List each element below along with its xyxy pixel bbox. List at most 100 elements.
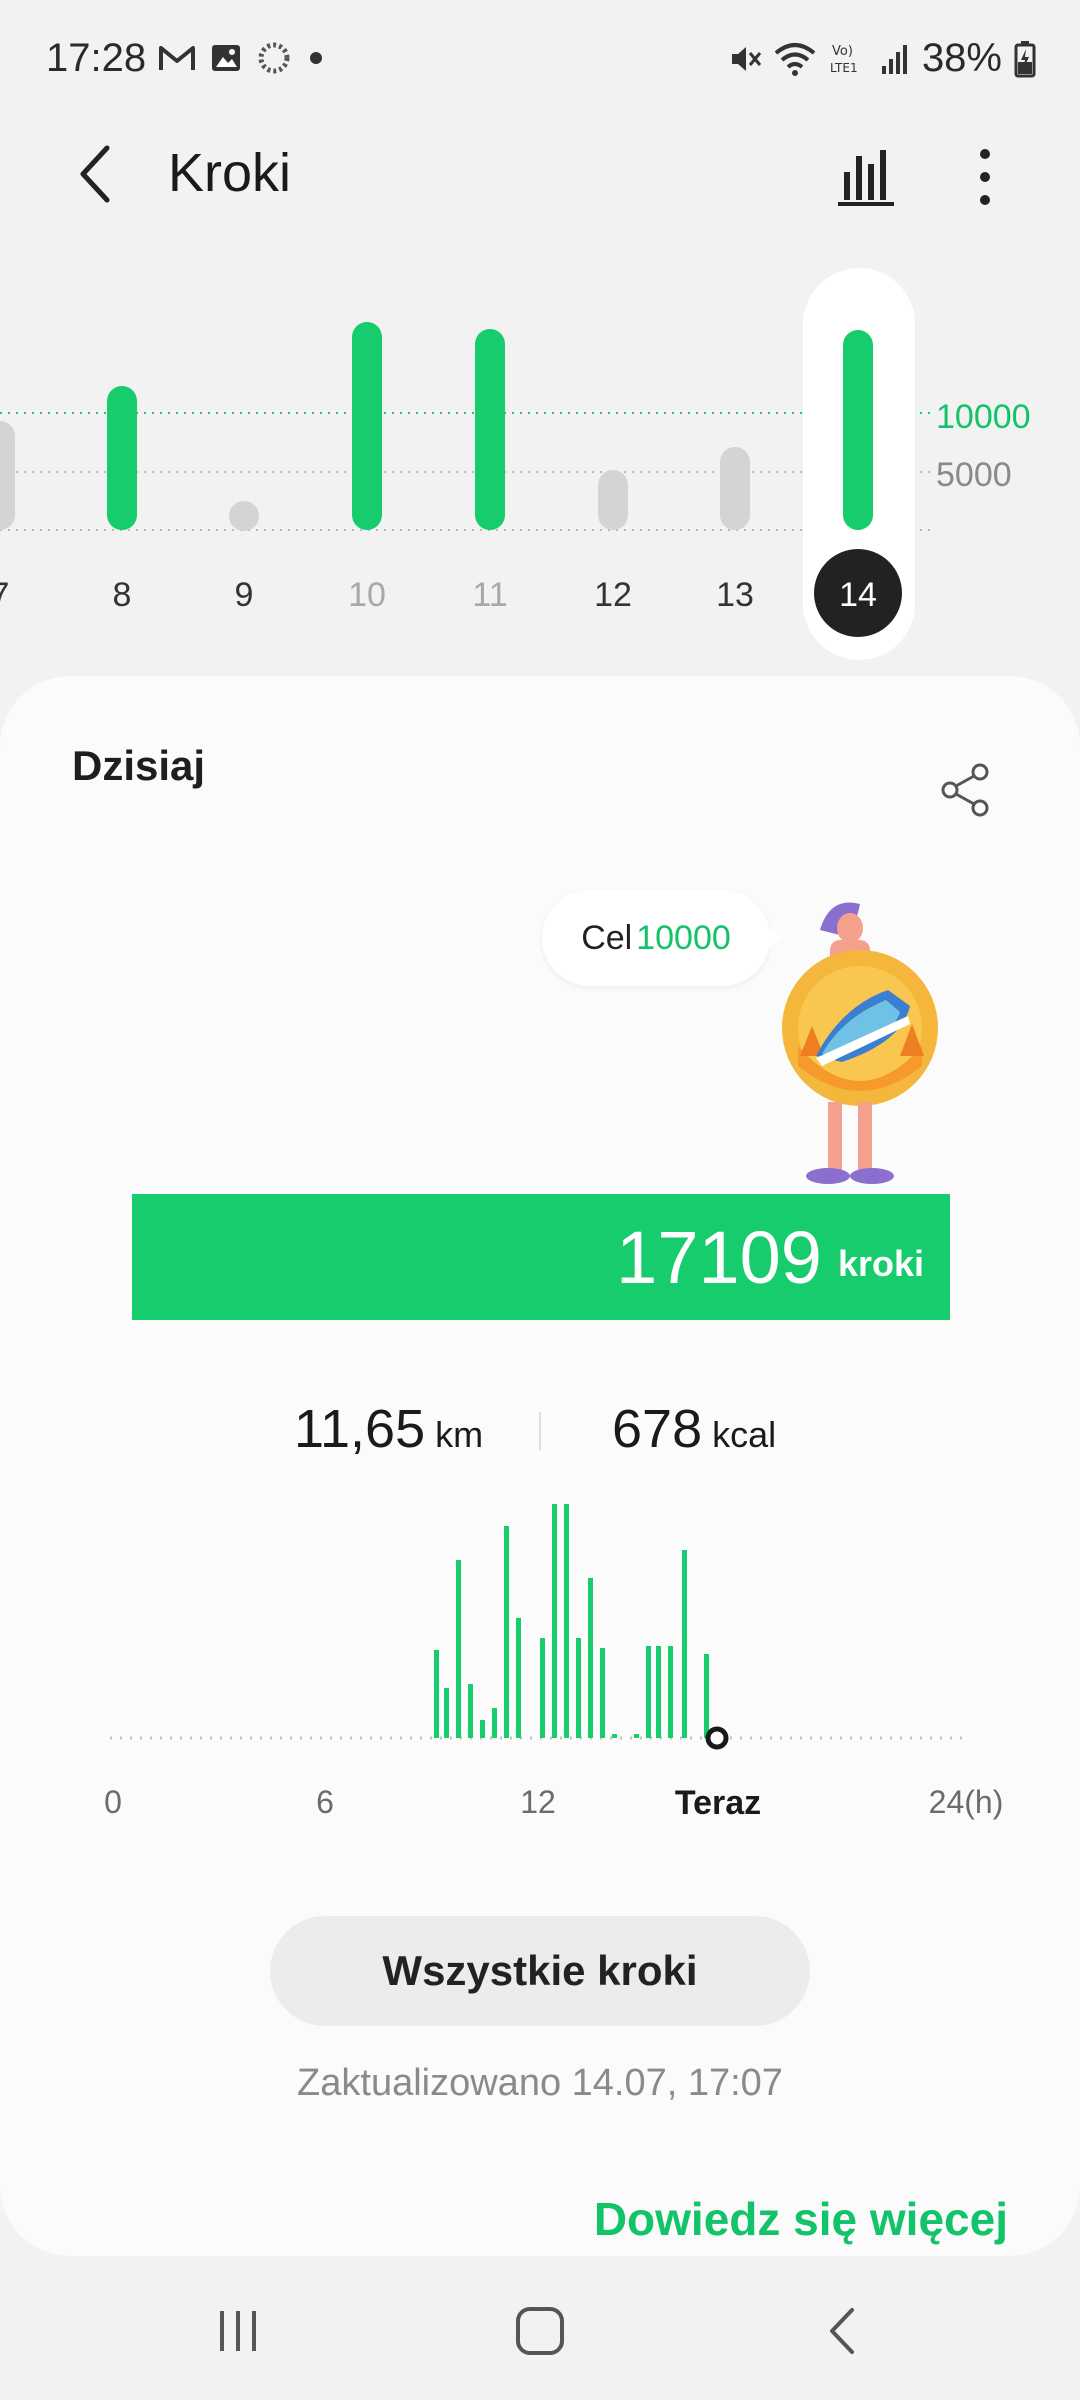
day-label-9: 9 (234, 576, 254, 614)
hourly-bar (588, 1578, 593, 1738)
distance-value: 11,65 (294, 1399, 426, 1459)
hourly-bar (682, 1550, 687, 1738)
hourly-bar (576, 1638, 581, 1738)
more-options-button[interactable] (960, 142, 1010, 212)
bar-chart-icon (838, 150, 894, 206)
learn-more-link[interactable]: Dowiedz się więcej (594, 2192, 1008, 2246)
hourly-bar (480, 1720, 485, 1738)
day-bar-8[interactable] (107, 386, 137, 530)
day-label-12: 12 (594, 576, 632, 614)
steps-count: 17109 (616, 1215, 822, 1299)
home-icon (516, 2307, 564, 2355)
app-bar: Kroki (0, 120, 1080, 230)
hourly-bar (504, 1526, 509, 1738)
more-vertical-icon (980, 149, 990, 205)
day-bar-12[interactable] (598, 470, 628, 530)
hourly-bar (612, 1734, 617, 1738)
card-title: Dzisiaj (72, 742, 206, 789)
day-bar-14[interactable] (843, 330, 873, 530)
back-arrow-icon (80, 145, 110, 203)
goal-prefix: Cel (581, 918, 633, 957)
now-marker (705, 1726, 729, 1750)
navigation-bar (0, 2256, 1080, 2400)
battery-icon (1014, 40, 1036, 77)
today-card: Dzisiaj Cel 10000 17109 kroki 11,65 km 6… (0, 676, 1080, 2256)
page-title: Kroki (168, 143, 292, 203)
day-bar-11[interactable] (475, 329, 505, 530)
svg-text:Vo): Vo) (832, 44, 853, 59)
day-bar-10[interactable] (352, 322, 382, 530)
calories-unit: kcal (712, 1414, 777, 1455)
hourly-bar (600, 1648, 605, 1738)
back-nav-button[interactable] (802, 2296, 882, 2366)
steps-progress-bar: 17109 kroki (132, 1194, 950, 1320)
volte-icon: Vo) LTE1 (830, 44, 858, 75)
goal-bubble: Cel 10000 (542, 890, 770, 986)
sync-icon (258, 42, 290, 74)
all-steps-button[interactable]: Wszystkie kroki (270, 1916, 810, 2026)
goal-value: 10000 (636, 918, 731, 957)
hourly-bar (456, 1560, 461, 1738)
recent-apps-icon (220, 2311, 256, 2351)
gallery-icon (212, 45, 240, 71)
trends-button[interactable] (832, 142, 902, 212)
day-bar-7[interactable] (0, 421, 15, 530)
wifi-icon (774, 42, 816, 76)
day-label-10: 10 (348, 576, 386, 614)
distance-stat: 11,65 km (294, 1398, 483, 1460)
hourly-bar (564, 1504, 569, 1738)
calories-stat: 678 kcal (612, 1398, 776, 1460)
day-bar-9[interactable] (229, 501, 259, 531)
hourly-bar (434, 1650, 439, 1738)
hourly-steps-chart[interactable]: 0 6 12 Teraz 24(h) (0, 1496, 1080, 1826)
share-icon (941, 763, 989, 817)
day-label-13: 13 (716, 576, 754, 614)
day-label-7: 7 (0, 576, 9, 615)
svg-text:LTE1: LTE1 (830, 61, 858, 75)
signal-icon (881, 44, 907, 74)
battery-percent: 38% (921, 36, 1002, 80)
day-label-8: 8 (112, 576, 132, 614)
mascot-illustration (782, 902, 938, 1184)
notification-icons (158, 40, 326, 76)
stats-row: 11,65 km 678 kcal (0, 1398, 1080, 1468)
day-bar-13[interactable] (720, 447, 750, 530)
hourly-bar (492, 1708, 497, 1738)
back-button[interactable] (60, 136, 130, 212)
share-button[interactable] (934, 758, 998, 822)
gmail-icon (159, 46, 195, 70)
hour-label-now: Teraz (674, 1784, 762, 1822)
hourly-bar (540, 1638, 545, 1738)
day-label-11: 11 (472, 576, 508, 614)
hour-label-0: 0 (104, 1784, 122, 1820)
hourly-bar (656, 1646, 661, 1738)
hourly-bar (516, 1618, 521, 1738)
calories-value: 678 (612, 1399, 703, 1459)
status-bar: 17:28 Vo) LTE1 38% (0, 0, 1080, 120)
hourly-bar (634, 1734, 639, 1738)
home-button[interactable] (500, 2296, 580, 2366)
back-nav-icon (830, 2308, 854, 2354)
stats-divider (539, 1412, 541, 1450)
hourly-bar (468, 1684, 473, 1738)
system-icons: Vo) LTE1 38% (726, 36, 1036, 81)
goal-axis-label: 10000 (936, 398, 1031, 436)
hourly-chart-svg (110, 1504, 970, 1750)
recent-apps-button[interactable] (198, 2296, 278, 2366)
hourly-bar (444, 1688, 449, 1738)
distance-unit: km (435, 1414, 484, 1455)
hour-label-12: 12 (520, 1784, 556, 1820)
day-label-14-selected: 14 (839, 576, 877, 614)
hourly-bar (668, 1646, 673, 1738)
weekly-steps-chart[interactable]: 10000 5000 7 8 9 10 11 12 13 14 (0, 260, 1080, 660)
hour-label-6: 6 (316, 1784, 334, 1820)
status-time: 17:28 (46, 36, 147, 80)
hourly-bar (704, 1654, 709, 1738)
hour-label-24: 24(h) (928, 1784, 1004, 1820)
weekly-chart-svg (0, 268, 930, 660)
steps-unit: kroki (837, 1243, 924, 1284)
last-updated-text: Zaktualizowano 14.07, 17:07 (297, 2062, 783, 2104)
hourly-bar (552, 1504, 557, 1738)
mute-icon (731, 46, 762, 71)
half-goal-axis-label: 5000 (936, 456, 1012, 494)
